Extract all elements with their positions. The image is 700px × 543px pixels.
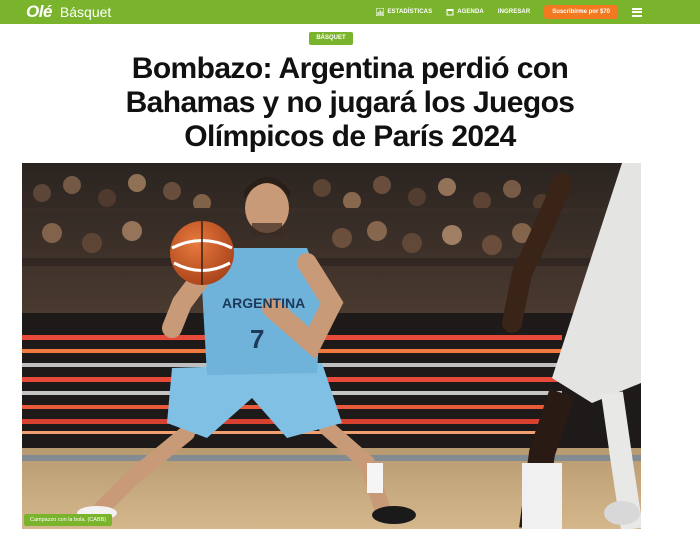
header-actions: ESTADÍSTICAS AGENDA INGRESAR Suscribirme…: [375, 0, 700, 24]
subscribe-button[interactable]: Suscribirme por $70: [544, 5, 618, 19]
nav-statistics-label: ESTADÍSTICAS: [387, 9, 433, 15]
basketball-photo-illustration: ARGENTINA 7: [22, 163, 641, 529]
article-headline: Bombazo: Argentina perdió con Bahamas y …: [60, 52, 640, 154]
calendar-icon: [446, 8, 454, 16]
jersey-number: 7: [250, 324, 264, 354]
headline-line-3: Olímpicos de París 2024: [184, 120, 516, 153]
ole-logo[interactable]: Olé: [26, 2, 52, 22]
nav-login-link[interactable]: INGRESAR: [498, 9, 530, 15]
nav-agenda-label: AGENDA: [457, 9, 484, 15]
nav-statistics-link[interactable]: ESTADÍSTICAS: [375, 7, 433, 17]
jersey-text: ARGENTINA: [222, 295, 305, 311]
headline-line-1: Bombazo: Argentina perdió con: [131, 52, 569, 85]
category-badge[interactable]: BÁSQUET: [309, 32, 353, 45]
nav-agenda-link[interactable]: AGENDA: [446, 8, 484, 16]
photo-caption: Campazzo con la bola. (CABB): [24, 514, 113, 526]
article-hero-photo: ARGENTINA 7: [22, 163, 641, 529]
chart-icon: [375, 7, 385, 17]
headline-line-2: Bahamas y no jugará los Juegos: [125, 86, 575, 119]
nav-login-label: INGRESAR: [497, 9, 531, 15]
section-title[interactable]: Básquet: [60, 4, 111, 20]
top-navigation-bar: Olé Básquet ESTADÍSTICAS AGENDA INGRESAR…: [0, 0, 700, 24]
hamburger-menu-icon[interactable]: [632, 7, 642, 17]
